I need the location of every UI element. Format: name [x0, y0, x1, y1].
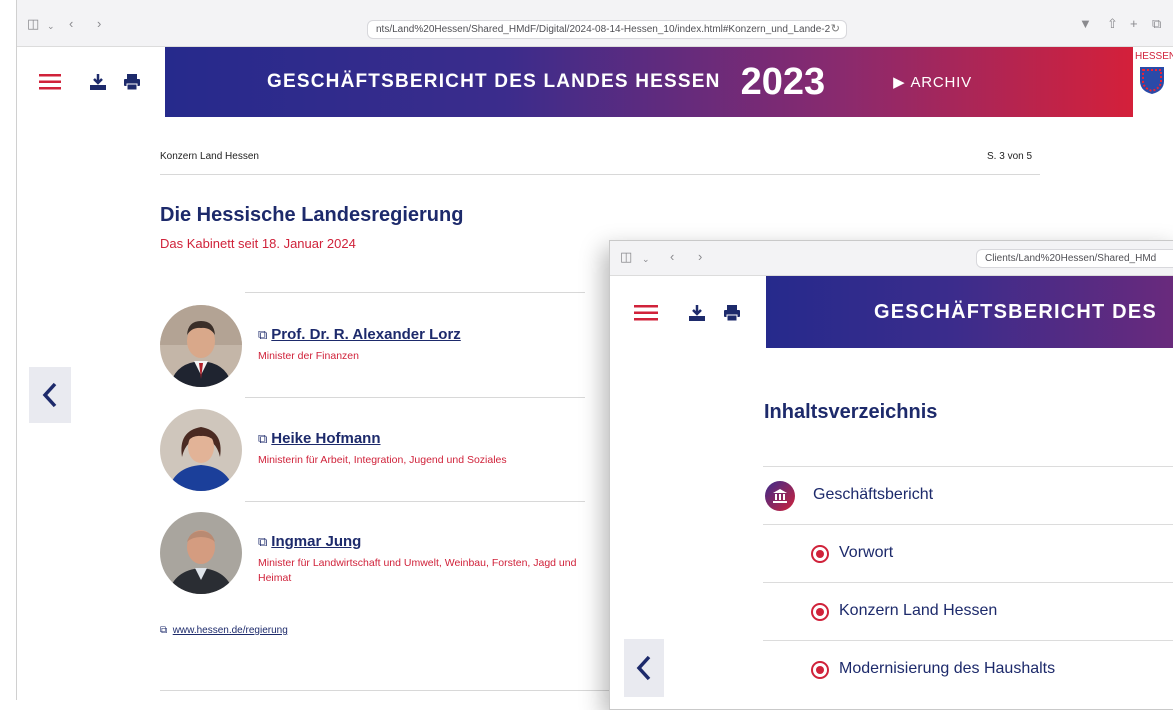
person-name: Ingmar Jung: [271, 533, 362, 550]
weblink-text: www.hessen.de/regierung: [172, 625, 288, 636]
chevron-left-icon: [42, 382, 57, 408]
bank-icon: [765, 481, 795, 511]
person-name-link[interactable]: ⧉ Ingmar Jung: [258, 533, 361, 550]
toc-item-label: Geschäftsbericht: [813, 486, 934, 503]
external-link-icon: ⧉: [258, 431, 268, 446]
toc-item-label: Modernisierung des Haushalts: [839, 660, 1056, 677]
person-role: Ministerin für Arbeit, Integration, Juge…: [258, 454, 507, 466]
hessen-logo: HESSEN: [1133, 51, 1173, 113]
toc-title: Inhaltsverzeichnis: [764, 401, 938, 423]
divider: [245, 292, 585, 293]
person-role: Minister der Finanzen: [258, 350, 359, 362]
divider: [160, 174, 1040, 175]
cabinet-member: ⧉ Ingmar Jung Minister für Landwirtschaft…: [160, 512, 600, 596]
back-arrow-icon[interactable]: ‹: [69, 17, 73, 31]
forward-arrow-icon[interactable]: ›: [698, 250, 702, 264]
toc-item[interactable]: Konzern Land Hessen: [763, 582, 1173, 640]
chevron-down-icon[interactable]: ⌄: [642, 252, 650, 266]
reload-icon[interactable]: ↻: [831, 21, 840, 38]
address-bar[interactable]: Clients/Land%20Hessen/Shared_HMd: [976, 249, 1173, 268]
divider: [160, 690, 620, 691]
radio-icon: [811, 661, 829, 679]
browser-chrome: ◫ ⌄ ‹ › Clients/Land%20Hessen/Shared_HMd: [610, 241, 1173, 276]
banner: GESCHÄFTSBERICHT DES: [766, 276, 1173, 348]
app-header: GESCHÄFTSBERICHT DES LANDES HESSEN 2023 …: [17, 47, 1173, 117]
page-subtitle: Das Kabinett seit 18. Januar 2024: [160, 236, 356, 251]
share-icon[interactable]: ⇧: [1107, 17, 1118, 31]
external-link-icon: ⧉: [258, 534, 268, 549]
toc-item-label: Konzern Land Hessen: [839, 602, 998, 619]
tab-overview-icon[interactable]: ⧉: [1152, 17, 1161, 31]
previous-page-button[interactable]: [624, 639, 664, 697]
avatar: [160, 512, 242, 594]
person-name: Heike Hofmann: [271, 430, 381, 447]
downloads-icon[interactable]: ▼: [1079, 17, 1092, 31]
person-name: Prof. Dr. R. Alexander Lorz: [271, 326, 461, 343]
page-indicator: S. 3 von 5: [987, 151, 1033, 162]
app-header: GESCHÄFTSBERICHT DES: [610, 276, 1173, 348]
avatar: [160, 305, 242, 387]
address-url: Clients/Land%20Hessen/Shared_HMd: [985, 253, 1157, 264]
overlay-browser-window: ◫ ⌄ ‹ › Clients/Land%20Hessen/Shared_HMd…: [609, 240, 1173, 710]
avatar: [160, 409, 242, 491]
print-icon[interactable]: [123, 67, 141, 97]
banner-year: 2023: [740, 60, 826, 103]
person-role: Minister für Landwirtschaft und Umwelt, …: [258, 557, 577, 584]
toc-item-label: Vorwort: [839, 544, 894, 561]
hessen-logo-text: HESSEN: [1135, 51, 1173, 62]
external-link-icon: ⧉: [258, 327, 268, 342]
toc-item[interactable]: Geschäftsbericht: [763, 466, 1173, 524]
toc-item[interactable]: Modernisierung des Haushalts: [763, 640, 1173, 698]
sidebar-toggle-icon[interactable]: ◫: [27, 17, 39, 31]
divider: [245, 397, 585, 398]
radio-icon: [811, 545, 829, 563]
person-name-link[interactable]: ⧉ Heike Hofmann: [258, 430, 381, 447]
chevron-left-icon: [636, 655, 651, 681]
sidebar-toggle-icon[interactable]: ◫: [620, 250, 632, 264]
banner-title: GESCHÄFTSBERICHT DES LANDES HESSEN: [267, 71, 721, 92]
divider: [245, 501, 585, 502]
page-title: Die Hessische Landesregierung: [160, 204, 464, 226]
government-website-link[interactable]: ⧉ www.hessen.de/regierung: [160, 625, 288, 636]
forward-arrow-icon[interactable]: ›: [97, 17, 101, 31]
browser-chrome: ◫ ⌄ ‹ › nts/Land%20Hessen/Shared_HMdF/Di…: [17, 0, 1173, 47]
address-url: nts/Land%20Hessen/Shared_HMdF/Digital/20…: [376, 24, 831, 35]
address-bar[interactable]: nts/Land%20Hessen/Shared_HMdF/Digital/20…: [367, 20, 847, 39]
external-link-icon: ⧉: [160, 625, 168, 636]
hessen-crest-icon: [1140, 67, 1164, 94]
toc-item[interactable]: Vorwort: [763, 524, 1173, 582]
banner: GESCHÄFTSBERICHT DES LANDES HESSEN 2023 …: [165, 47, 1133, 117]
print-icon[interactable]: [723, 298, 741, 328]
download-icon[interactable]: [688, 298, 706, 328]
new-tab-icon[interactable]: +: [1130, 17, 1138, 31]
cabinet-member: ⧉ Prof. Dr. R. Alexander Lorz Minister de…: [160, 305, 600, 389]
previous-page-button[interactable]: [29, 367, 71, 423]
chevron-down-icon[interactable]: ⌄: [47, 19, 55, 33]
archive-link[interactable]: ▶ ARCHIV: [893, 73, 972, 91]
radio-icon: [811, 603, 829, 621]
archive-label: ARCHIV: [910, 74, 972, 91]
hamburger-menu-icon[interactable]: [39, 67, 61, 97]
cabinet-member: ⧉ Heike Hofmann Ministerin für Arbeit, In…: [160, 409, 600, 493]
person-name-link[interactable]: ⧉ Prof. Dr. R. Alexander Lorz: [258, 326, 461, 343]
back-arrow-icon[interactable]: ‹: [670, 250, 674, 264]
hamburger-menu-icon[interactable]: [634, 298, 658, 328]
download-icon[interactable]: [89, 67, 107, 97]
banner-title: GESCHÄFTSBERICHT DES: [874, 300, 1157, 323]
breadcrumb: Konzern Land Hessen: [160, 151, 259, 162]
